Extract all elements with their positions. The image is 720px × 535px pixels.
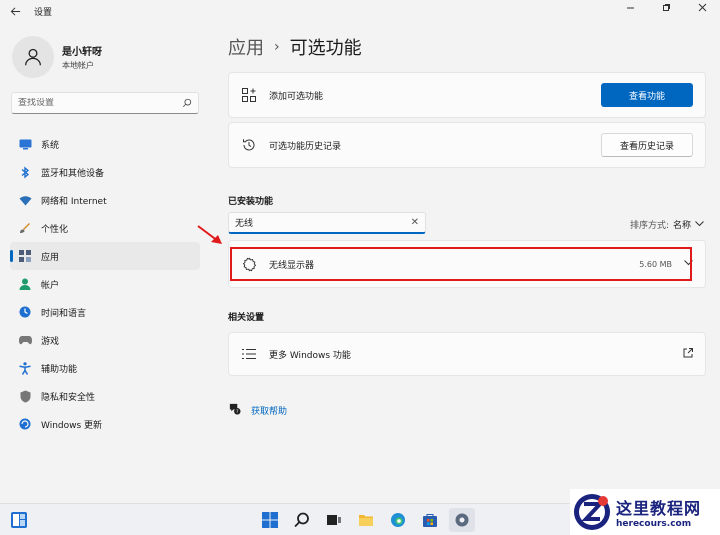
breadcrumb-separator: › (274, 39, 280, 55)
window-controls (612, 0, 720, 14)
sidebar-item-label: 时间和语言 (41, 308, 87, 319)
add-feature-icon (241, 87, 257, 103)
settings-icon[interactable] (449, 508, 475, 532)
watermark-logo-icon (574, 494, 610, 530)
sidebar-item-label: Windows 更新 (41, 420, 103, 431)
sidebar: 是小轩呀 本地帐户 系统 蓝牙和其他设备 网络和 Internet 个性化 (0, 22, 210, 502)
sidebar-item-system[interactable]: 系统 (10, 130, 200, 158)
breadcrumb: 应用 › 可选功能 (228, 34, 362, 60)
title-bar: 设置 (0, 0, 720, 22)
sidebar-item-label: 游戏 (41, 336, 60, 347)
clear-icon[interactable]: ✕ (411, 217, 419, 228)
search-icon[interactable] (289, 508, 315, 532)
sidebar-item-apps[interactable]: 应用 (10, 242, 200, 270)
watermark-url: herecours.com (616, 519, 692, 529)
settings-search[interactable] (11, 92, 199, 114)
sidebar-item-label: 蓝牙和其他设备 (41, 168, 105, 179)
account-type: 本地帐户 (62, 61, 94, 70)
filter-input[interactable] (235, 217, 411, 228)
app-title: 设置 (34, 7, 53, 18)
more-windows-features-card[interactable]: 更多 Windows 功能 (228, 332, 706, 376)
sort-label: 排序方式: (629, 221, 669, 231)
widgets-icon[interactable] (10, 511, 28, 529)
feature-history-label: 可选功能历史记录 (269, 141, 342, 152)
annotation-arrow (197, 225, 222, 244)
account-icon (18, 277, 32, 291)
shield-icon (18, 389, 32, 403)
open-external-icon[interactable] (683, 347, 693, 361)
installed-features-heading: 已安装功能 (228, 197, 274, 207)
sidebar-item-bluetooth[interactable]: 蓝牙和其他设备 (10, 158, 200, 186)
sort-control[interactable]: 排序方式: 名称 (630, 218, 704, 231)
personalization-icon (18, 221, 32, 235)
sidebar-item-label: 辅助功能 (41, 364, 78, 375)
get-help-link[interactable]: ? 获取帮助 (228, 402, 287, 418)
sidebar-item-label: 网络和 Internet (41, 196, 107, 207)
sidebar-item-network[interactable]: 网络和 Internet (10, 186, 200, 214)
sidebar-item-label: 隐私和安全性 (41, 392, 96, 403)
more-windows-features-label: 更多 Windows 功能 (269, 350, 351, 361)
file-explorer-icon[interactable] (353, 508, 379, 532)
sort-value[interactable]: 名称 (673, 218, 691, 231)
sidebar-item-time-language[interactable]: 时间和语言 (10, 298, 200, 326)
search-input[interactable] (18, 98, 182, 108)
maximize-icon[interactable] (648, 0, 684, 14)
help-icon: ? (228, 402, 241, 418)
view-history-button[interactable]: 查看历史记录 (601, 133, 693, 157)
user-icon (25, 48, 41, 66)
system-icon (18, 137, 32, 151)
back-arrow-icon[interactable] (4, 0, 26, 22)
page-title: 可选功能 (289, 38, 362, 59)
avatar[interactable] (12, 36, 54, 78)
watermark-title: 这里教程网 (616, 499, 702, 518)
sidebar-item-personalization[interactable]: 个性化 (10, 214, 200, 242)
accessibility-icon (18, 361, 32, 375)
sidebar-item-accessibility[interactable]: 辅助功能 (10, 354, 200, 382)
add-feature-label: 添加可选功能 (269, 91, 324, 102)
user-profile[interactable]: 是小轩呀 本地帐户 (12, 36, 102, 78)
apps-icon (18, 249, 32, 263)
close-icon[interactable] (684, 0, 720, 14)
search-icon[interactable] (182, 98, 192, 108)
list-icon (241, 346, 257, 362)
sidebar-item-privacy[interactable]: 隐私和安全性 (10, 382, 200, 410)
wifi-icon (18, 193, 32, 207)
installed-features-filter[interactable]: ✕ (228, 212, 426, 234)
sidebar-item-accounts[interactable]: 帐户 (10, 270, 200, 298)
gaming-icon (18, 333, 32, 347)
breadcrumb-parent[interactable]: 应用 (228, 34, 264, 60)
user-name: 是小轩呀 (62, 47, 102, 58)
feature-history-card: 可选功能历史记录 查看历史记录 (228, 122, 706, 168)
annotation-highlight-box (230, 247, 692, 281)
start-icon[interactable] (257, 508, 283, 532)
store-icon[interactable] (417, 508, 443, 532)
sidebar-item-windows-update[interactable]: Windows 更新 (10, 410, 200, 438)
chevron-down-icon[interactable] (695, 220, 704, 229)
sidebar-item-label: 系统 (41, 140, 60, 151)
watermark: 这里教程网 herecours.com (570, 489, 720, 535)
history-icon (241, 137, 257, 153)
sidebar-item-label: 帐户 (41, 280, 60, 291)
sidebar-item-label: 应用 (41, 252, 60, 263)
task-view-icon[interactable] (321, 508, 347, 532)
add-feature-card: 添加可选功能 查看功能 (228, 72, 706, 118)
time-language-icon (18, 305, 32, 319)
minimize-icon[interactable] (612, 0, 648, 14)
get-help-label: 获取帮助 (251, 406, 288, 417)
sidebar-item-gaming[interactable]: 游戏 (10, 326, 200, 354)
sidebar-item-label: 个性化 (41, 224, 69, 235)
update-icon (18, 417, 32, 431)
sidebar-nav: 系统 蓝牙和其他设备 网络和 Internet 个性化 应用 帐户 时间和语言 (10, 130, 200, 438)
main-content: 应用 › 可选功能 添加可选功能 查看功能 可选功能历史记录 查看历史记录 已安… (228, 22, 708, 502)
edge-icon[interactable] (385, 508, 411, 532)
bluetooth-icon (18, 165, 32, 179)
view-features-button[interactable]: 查看功能 (601, 83, 693, 107)
related-settings-heading: 相关设置 (228, 313, 265, 323)
